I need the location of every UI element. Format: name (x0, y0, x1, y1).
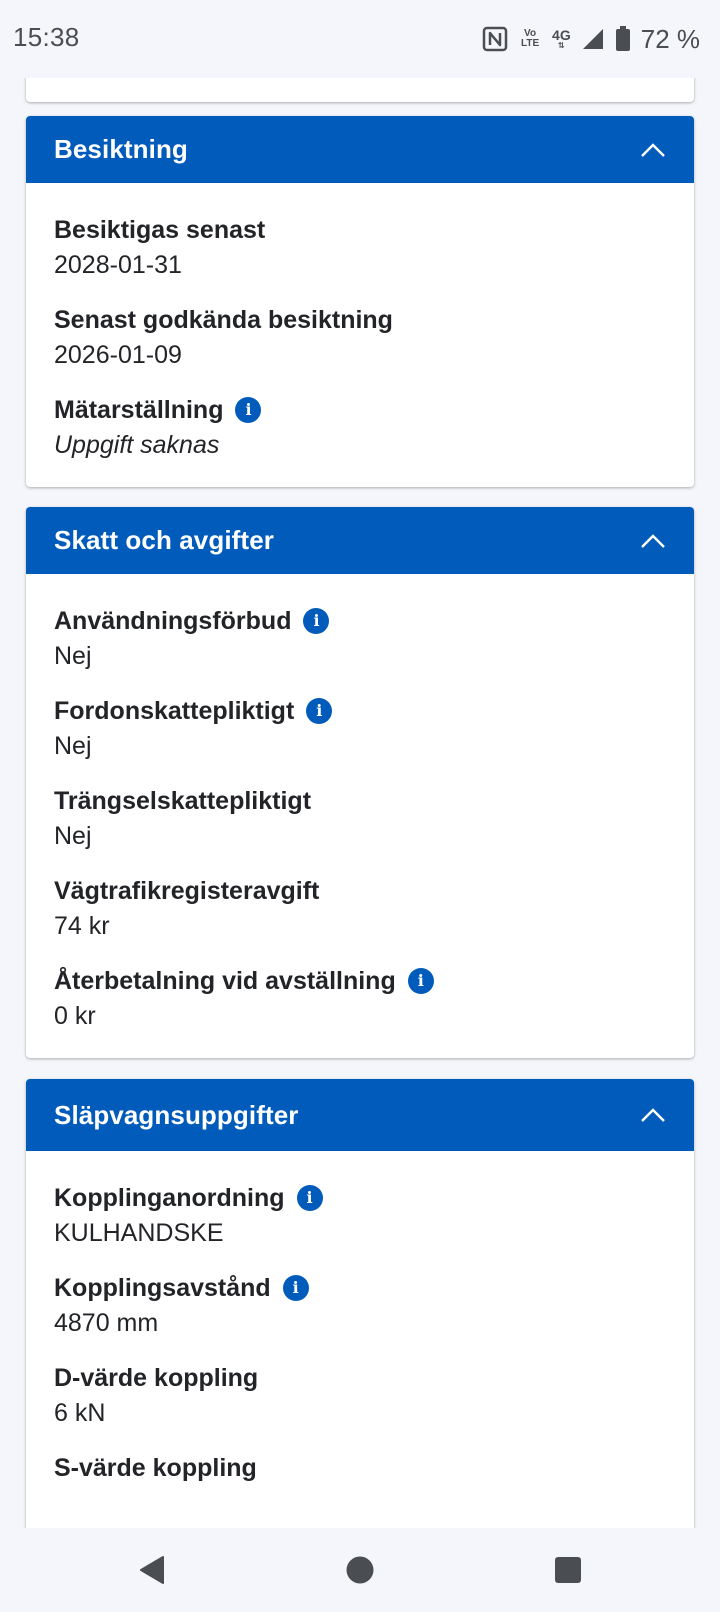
field-usage-ban: Användningsförbud i Nej (54, 604, 666, 674)
info-icon[interactable]: i (407, 968, 434, 994)
volte-bottom-label: LTE (520, 38, 540, 49)
chevron-up-icon[interactable] (640, 1107, 666, 1123)
info-icon[interactable]: i (296, 1185, 323, 1211)
info-icon[interactable]: i (235, 397, 262, 423)
field-label: Trängselskattepliktigt (54, 787, 312, 815)
info-icon[interactable]: i (306, 698, 333, 724)
field-odometer: Mätarställning i Uppgift saknas (54, 393, 666, 463)
tax-title: Skatt och avgifter (54, 525, 274, 555)
previous-card (26, 78, 694, 102)
info-icon[interactable]: i (303, 608, 330, 634)
trailer-header[interactable]: Släpvagnsuppgifter (26, 1079, 694, 1151)
field-label: Mätarställning (54, 396, 224, 424)
data-arrows-icon: ⇅ (558, 41, 565, 50)
status-icons: Vo LTE 4G ⇅ 72 % (482, 20, 700, 58)
status-bar: 15:38 Vo LTE 4G ⇅ 72 % (0, 0, 720, 78)
navigation-bar (0, 1528, 720, 1612)
volte-icon: Vo LTE (518, 29, 542, 49)
page-content[interactable]: Besiktning Besiktigas senast 2028-01-31 … (0, 78, 720, 1528)
chevron-up-icon[interactable] (640, 142, 666, 158)
nfc-icon (482, 26, 508, 52)
field-inspect-by: Besiktigas senast 2028-01-31 (54, 213, 666, 283)
back-icon (140, 1556, 164, 1584)
inspection-body: Besiktigas senast 2028-01-31 Senast godk… (26, 183, 694, 487)
field-value: 74 kr (54, 912, 110, 940)
network-icon: 4G ⇅ (552, 28, 571, 50)
recents-button[interactable] (548, 1550, 588, 1590)
field-value: Uppgift saknas (54, 431, 220, 459)
field-coupling-device: Kopplinganordning i KULHANDSKE (54, 1181, 666, 1251)
info-icon[interactable]: i (282, 1275, 309, 1301)
field-last-approved: Senast godkända besiktning 2026-01-09 (54, 303, 666, 373)
tax-header[interactable]: Skatt och avgifter (26, 507, 694, 574)
tax-card: Skatt och avgifter Användningsförbud i N… (26, 507, 694, 1058)
field-label: Besiktigas senast (54, 216, 266, 244)
inspection-title: Besiktning (54, 134, 188, 164)
field-value: Nej (54, 822, 92, 850)
battery-icon (615, 26, 631, 52)
trailer-body: Kopplinganordning i KULHANDSKE Kopplings… (26, 1151, 694, 1509)
field-value: 4870 mm (54, 1309, 159, 1337)
trailer-card: Släpvagnsuppgifter Kopplinganordning i K… (26, 1079, 694, 1528)
field-value: Nej (54, 732, 92, 760)
field-registry-fee: Vägtrafikregisteravgift 74 kr (54, 874, 666, 944)
trailer-title: Släpvagnsuppgifter (54, 1099, 299, 1130)
field-label: D-värde koppling (54, 1364, 259, 1392)
field-d-value: D-värde koppling 6 kN (54, 1361, 666, 1431)
field-label: Återbetalning vid avställning (54, 967, 396, 995)
field-value: 6 kN (54, 1399, 106, 1427)
network-label: 4G (552, 27, 571, 43)
recents-icon (555, 1557, 581, 1583)
inspection-card: Besiktning Besiktigas senast 2028-01-31 … (26, 116, 694, 487)
field-label: Kopplingsavstånd (54, 1274, 271, 1302)
status-time: 15:38 (13, 22, 80, 52)
tax-body: Användningsförbud i Nej Fordonskatteplik… (26, 574, 694, 1058)
field-label: Vägtrafikregisteravgift (54, 877, 320, 905)
battery-level: 72 % (640, 23, 700, 54)
field-value: 2026-01-09 (54, 341, 182, 369)
home-button[interactable] (340, 1550, 380, 1590)
signal-icon (581, 27, 605, 51)
field-value: 0 kr (54, 1002, 96, 1030)
field-label: Senast godkända besiktning (54, 306, 393, 334)
field-value: KULHANDSKE (54, 1219, 224, 1247)
chevron-up-icon[interactable] (640, 533, 666, 549)
field-value: Nej (54, 642, 92, 670)
field-label: Användningsförbud (54, 607, 292, 635)
field-coupling-distance: Kopplingsavstånd i 4870 mm (54, 1271, 666, 1341)
field-label: Fordonskattepliktigt (54, 697, 295, 725)
field-value: 2028-01-31 (54, 251, 182, 279)
field-label: S-värde koppling (54, 1454, 257, 1482)
field-vehicle-tax: Fordonskattepliktigt i Nej (54, 694, 666, 764)
field-label: Kopplinganordning (54, 1184, 285, 1212)
back-button[interactable] (132, 1550, 172, 1590)
field-congestion-tax: Trängselskattepliktigt Nej (54, 784, 666, 854)
inspection-header[interactable]: Besiktning (26, 116, 694, 183)
home-icon (346, 1556, 374, 1584)
field-refund: Återbetalning vid avställning i 0 kr (54, 964, 666, 1034)
field-s-value: S-värde koppling (54, 1451, 666, 1485)
